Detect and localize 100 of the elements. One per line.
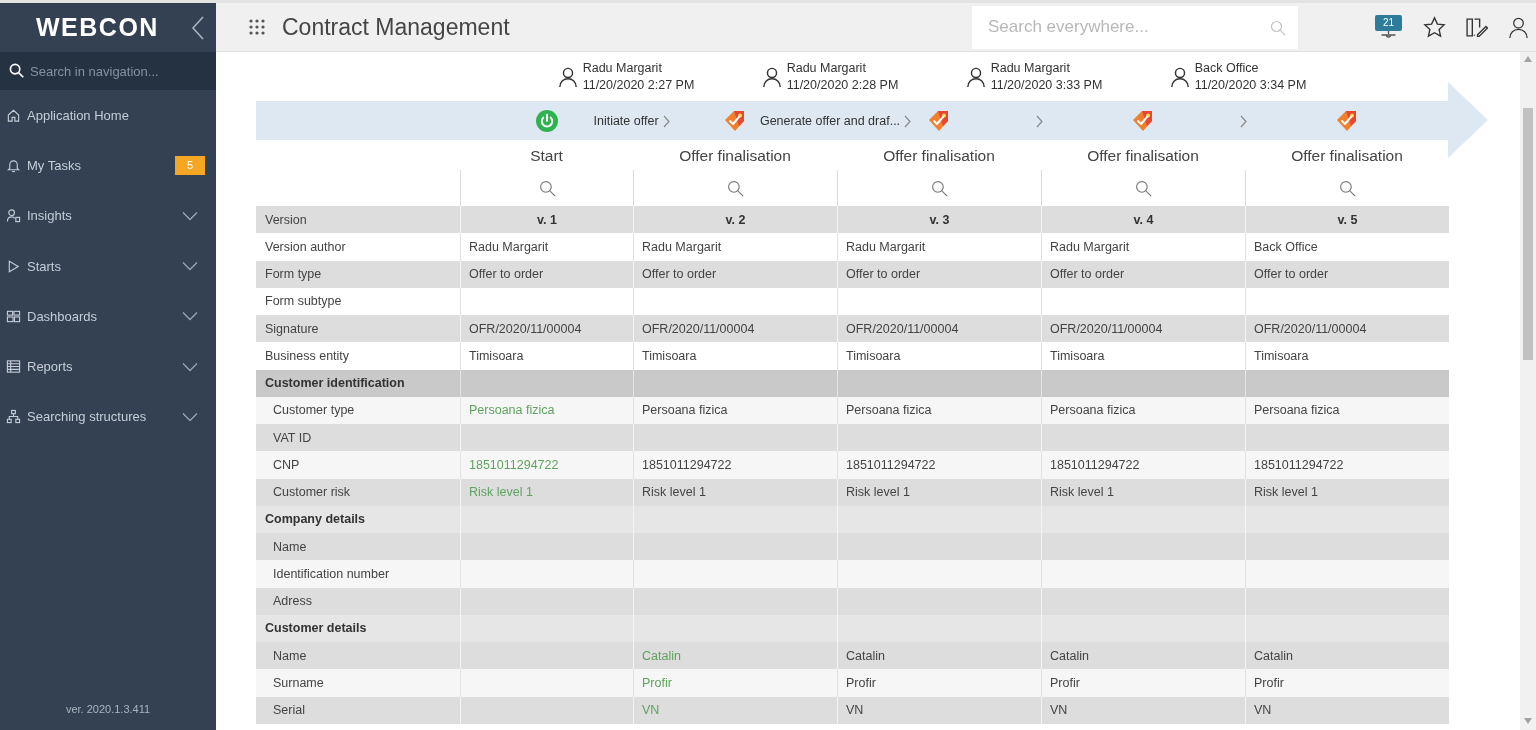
- power-icon: [535, 110, 558, 132]
- search-icon: [9, 63, 24, 78]
- person-badge-icon: [6, 208, 21, 224]
- table-cell: Timisoara: [633, 342, 837, 370]
- chevron-down-icon[interactable]: [182, 411, 198, 422]
- search-icon[interactable]: [1135, 179, 1152, 197]
- row-label: Name: [272, 647, 308, 665]
- section-title: Company details: [264, 511, 367, 529]
- search-icon: [1270, 19, 1286, 36]
- chevron-left-icon[interactable]: [191, 14, 205, 41]
- page-title: Contract Management: [282, 13, 510, 41]
- scrollbar[interactable]: [1520, 52, 1536, 730]
- hierarchy-icon: [6, 409, 21, 425]
- table-cell: Timisoara: [1245, 342, 1449, 370]
- nav-item[interactable]: Insights: [0, 190, 216, 241]
- table-cell: Radu Margarit: [837, 233, 1041, 261]
- row-label: Version author: [264, 238, 347, 256]
- table-cell: 1851011294722: [837, 451, 1041, 479]
- table-cell: VN: [1041, 696, 1245, 724]
- step-name: Offer finalisation: [1087, 146, 1199, 164]
- table-cell: Profir: [1245, 669, 1449, 697]
- global-search-field[interactable]: Search everywhere...: [972, 5, 1298, 49]
- logo[interactable]: WEBCON: [36, 13, 159, 42]
- row-label: Business entity: [264, 347, 351, 365]
- user-icon: [761, 65, 782, 89]
- user-icon: [965, 65, 986, 89]
- notification-count-badge[interactable]: 21: [1375, 14, 1402, 31]
- author-name: Radu Margarit: [786, 60, 867, 77]
- search-icon[interactable]: [1339, 179, 1356, 197]
- author-date: 11/20/2020 3:33 PM: [990, 77, 1103, 94]
- table-cell: Offer to order: [1041, 260, 1245, 288]
- row-label: Serial: [272, 702, 306, 720]
- table-cell: Risk level 1: [837, 478, 1041, 506]
- section-title: Customer identification: [264, 375, 406, 393]
- tag-icon: [1336, 110, 1358, 132]
- search-icon[interactable]: [538, 179, 556, 197]
- task-count-badge: 5: [175, 155, 205, 175]
- table-cell: VN: [633, 696, 837, 724]
- scroll-down-arrow-icon[interactable]: [1524, 718, 1532, 724]
- table-cell: 1851011294722: [633, 451, 837, 479]
- table-cell: VN: [1245, 696, 1449, 724]
- home-icon: [6, 107, 21, 123]
- chevron-right-icon: [662, 114, 670, 128]
- row-label: Customer risk: [272, 484, 352, 502]
- table-cell: Offer to order: [460, 260, 633, 288]
- navigation-search-field[interactable]: Search in navigation...: [0, 52, 216, 90]
- scrollbar-thumb[interactable]: [1523, 108, 1533, 360]
- chevron-down-icon[interactable]: [182, 261, 198, 272]
- table-cell: Timisoara: [1041, 342, 1245, 370]
- chevron-down-icon[interactable]: [182, 361, 198, 372]
- user-icon[interactable]: [1507, 15, 1530, 39]
- table-cell: Profir: [1041, 669, 1245, 697]
- tag-icon: [928, 110, 950, 132]
- author-date: 11/20/2020 3:34 PM: [1194, 77, 1307, 94]
- bell-clapper-icon[interactable]: [1381, 30, 1396, 40]
- row-label: Form type: [264, 266, 323, 284]
- row-label: Customer type: [272, 402, 356, 420]
- author-name: Radu Margarit: [582, 60, 663, 77]
- table-cell: Profir: [633, 669, 837, 697]
- user-icon: [1169, 65, 1190, 89]
- table-cell: Timisoara: [460, 342, 633, 370]
- dots-grid-icon[interactable]: [248, 18, 266, 36]
- nav-item[interactable]: My Tasks 5: [0, 140, 216, 191]
- author-date: 11/20/2020 2:28 PM: [786, 77, 899, 94]
- nav-item[interactable]: Dashboards: [0, 291, 216, 342]
- table-cell: Offer to order: [837, 260, 1041, 288]
- nav-item[interactable]: Searching structures: [0, 391, 216, 443]
- table-cell: Radu Margarit: [460, 233, 633, 261]
- scroll-up-arrow-icon[interactable]: [1524, 56, 1532, 62]
- search-icon[interactable]: [931, 179, 948, 197]
- table-cell: Radu Margarit: [1041, 233, 1245, 261]
- step-name: Offer finalisation: [883, 146, 995, 164]
- table-cell: 1851011294722: [1041, 451, 1245, 479]
- chevron-down-icon[interactable]: [182, 210, 198, 221]
- table-cell: Offer to order: [633, 260, 837, 288]
- author-name: Back Office: [1194, 60, 1260, 77]
- nav-item[interactable]: Reports: [0, 341, 216, 392]
- table-cell: Back Office: [1245, 233, 1449, 261]
- chevron-down-icon[interactable]: [182, 311, 198, 322]
- author-name: Radu Margarit: [990, 60, 1071, 77]
- table-cell: 1851011294722: [1245, 451, 1449, 479]
- step-name: Offer finalisation: [679, 146, 791, 164]
- table-cell: 1851011294722: [460, 451, 633, 479]
- table-cell: VN: [837, 696, 1041, 724]
- tag-icon: [724, 110, 746, 132]
- nav-item[interactable]: Starts: [0, 240, 216, 292]
- table-cell: Risk level 1: [1041, 478, 1245, 506]
- chevron-right-icon: [904, 114, 912, 128]
- row-label: Name: [272, 538, 308, 556]
- nav-item[interactable]: Application Home: [0, 90, 216, 141]
- row-label: Identification number: [272, 565, 391, 583]
- table-cell: Risk level 1: [460, 478, 633, 506]
- table-cell: Risk level 1: [1245, 478, 1449, 506]
- row-label: Version: [264, 211, 308, 229]
- row-label: CNP: [272, 456, 301, 474]
- star-icon[interactable]: [1423, 15, 1446, 39]
- transition-label: Initiate offer: [593, 114, 659, 128]
- panel-edit-icon[interactable]: [1465, 15, 1488, 39]
- table-cell: Timisoara: [837, 342, 1041, 370]
- search-icon[interactable]: [727, 179, 744, 197]
